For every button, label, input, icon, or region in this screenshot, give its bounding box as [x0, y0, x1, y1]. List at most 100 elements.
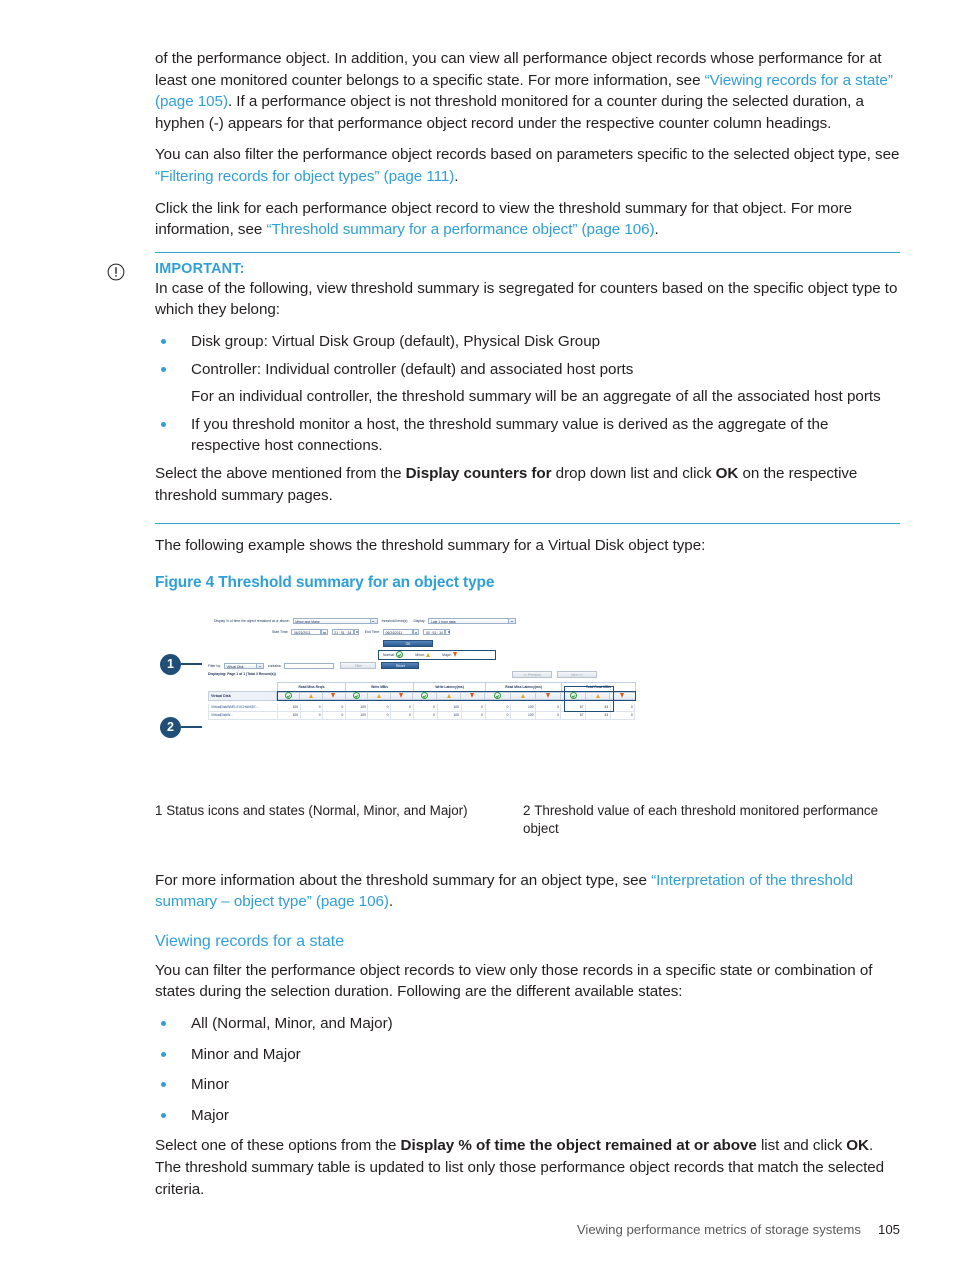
column-group-header: Write Latency(ms) — [413, 681, 486, 691]
normal-status-icon — [352, 692, 360, 700]
normal-status-icon — [493, 692, 501, 700]
legend-major-label: Major: — [442, 652, 452, 657]
display-pct-label: Display % of time the object remained at… — [214, 618, 290, 623]
bullet-dot-icon — [161, 1112, 166, 1118]
bullet-dot-icon — [161, 366, 166, 372]
header-major-icon-cell[interactable] — [390, 691, 414, 700]
page-number: 105 — [877, 1222, 900, 1237]
display-range-value: Last 1 hour data — [430, 619, 456, 624]
header-minor-icon-cell[interactable] — [437, 691, 462, 700]
link-threshold-summary-for-a-performance-object[interactable]: “Threshold summary for a performance obj… — [266, 221, 654, 238]
minor-status-icon — [520, 693, 525, 698]
important-closing: Select the above mentioned from the Disp… — [155, 463, 900, 506]
threshold-value-highlight-box — [564, 685, 614, 712]
header-major-icon-cell[interactable] — [535, 691, 562, 700]
header-minor-icon-cell[interactable] — [368, 691, 391, 700]
cell-value: 57 — [561, 711, 587, 720]
start-time-stepper[interactable] — [353, 628, 359, 636]
calendar-icon[interactable] — [321, 628, 328, 636]
display-range-select[interactable]: Last 1 hour data — [428, 617, 517, 625]
header-normal-icon-cell[interactable] — [345, 691, 369, 700]
page-content: of the performance object. In addition, … — [107, 48, 900, 1210]
cell-value: 0 — [461, 703, 486, 712]
cell-value: 0 — [368, 711, 391, 720]
contains-input[interactable] — [284, 662, 335, 670]
closing-bold-display-counters-for: Display counters for — [405, 464, 552, 482]
link-filtering-records-for-object-types[interactable]: “Filtering records for object types” (pa… — [155, 168, 454, 185]
list-item: Disk group: Virtual Disk Group (default)… — [155, 331, 900, 353]
bullet-text: Controller: Individual controller (defau… — [191, 360, 634, 378]
cell-value: 0 — [485, 703, 511, 712]
ok-button-row: OK — [383, 639, 433, 647]
list-item: Minor and Major — [155, 1044, 900, 1066]
end-date-input[interactable]: 06/24/2011 — [382, 628, 413, 636]
callout-number: 1 — [167, 657, 174, 672]
important-intro: In case of the following, view threshold… — [155, 279, 898, 319]
header-minor-icon-cell[interactable] — [300, 691, 323, 700]
reset-button[interactable]: Reset — [381, 661, 420, 669]
legend-major: Major: — [442, 652, 458, 658]
callout-marker-2: 2 — [160, 716, 181, 738]
bullet-text: All (Normal, Minor, and Major) — [191, 1015, 393, 1033]
header-minor-icon-cell[interactable] — [510, 691, 536, 700]
header-major-icon-cell[interactable] — [322, 691, 346, 700]
app-screenshot: Display % of time the object remained at… — [202, 616, 642, 747]
paragraph-text: You can also filter the performance obje… — [155, 146, 900, 164]
calendar-icon[interactable] — [412, 628, 420, 636]
cell-value: 100 — [510, 711, 537, 720]
list-item: If you threshold monitor a host, the thr… — [155, 414, 900, 457]
header-normal-icon-cell[interactable] — [413, 691, 438, 700]
paragraph-text: For more information about the threshold… — [155, 871, 652, 889]
cell-value: 0 — [610, 711, 636, 720]
table-row: VirtualDiskW... 100 0 0 100 0 0 0 100 0 … — [208, 711, 636, 720]
cell-value: 100 — [437, 703, 462, 712]
header-major-icon-cell[interactable] — [461, 691, 486, 700]
header-normal-icon-cell[interactable] — [485, 691, 511, 700]
important-title: IMPORTANT: — [155, 260, 245, 277]
start-clock-input[interactable]: 21 : 51 : 34 — [331, 628, 354, 636]
next-page-button[interactable]: Next >> — [556, 670, 597, 678]
filter-button[interactable]: Filter — [340, 661, 377, 669]
cell-value: 0 — [461, 711, 486, 720]
important-bullet-list: Disk group: Virtual Disk Group (default)… — [155, 331, 900, 457]
chevron-down-icon — [369, 618, 377, 624]
list-item: Major — [155, 1105, 900, 1127]
major-status-icon — [331, 693, 336, 699]
minor-status-icon — [446, 693, 451, 698]
cell-value: 0 — [610, 703, 636, 712]
list-item: All (Normal, Minor, and Major) — [155, 1013, 900, 1035]
bold-ok: OK — [846, 1137, 869, 1155]
callout-legend-text: Status icons and states (Normal, Minor, … — [166, 802, 468, 818]
cell-value: 0 — [323, 711, 346, 720]
cell-value: 0 — [300, 703, 324, 712]
paragraph-example-lead: The following example shows the threshol… — [155, 537, 706, 555]
state-bullet-list: All (Normal, Minor, and Major) Minor and… — [155, 1013, 900, 1126]
row-object-link[interactable]: VirtualDiskWMS-EXCHANGE... — [208, 703, 278, 712]
cell-value: 100 — [345, 703, 369, 712]
bullet-text: If you threshold monitor a host, the thr… — [191, 415, 829, 455]
previous-page-button[interactable]: << Previous — [512, 670, 552, 678]
end-time-stepper[interactable] — [445, 628, 451, 636]
important-icon — [107, 263, 125, 281]
cell-value: 0 — [300, 711, 324, 720]
normal-status-icon — [285, 692, 293, 700]
row-object-link[interactable]: VirtualDiskW... — [208, 711, 278, 720]
major-status-icon — [545, 693, 551, 699]
ok-button[interactable]: OK — [383, 639, 433, 647]
end-clock-input[interactable]: 00 : 51 : 34 — [423, 628, 446, 636]
filter-by-select[interactable]: Virtual Disk — [223, 662, 264, 670]
paragraph-text-cont: . If a performance object is not thresho… — [155, 93, 864, 132]
section-heading-viewing-records-for-a-state: Viewing records for a state — [155, 932, 345, 950]
closing-text: Select the above mentioned from the — [155, 464, 406, 482]
paragraph-text-cont: . — [388, 893, 394, 911]
page-footer: Viewing performance metrics of storage s… — [155, 1222, 900, 1237]
major-status-icon — [399, 693, 404, 699]
header-normal-icon-cell[interactable] — [277, 691, 301, 700]
display-pct-select[interactable]: Minor and Major — [292, 617, 378, 625]
list-item: Minor — [155, 1074, 900, 1096]
header-major-icon-cell[interactable] — [610, 691, 635, 700]
status-legend-box: Normal: Minor: Major: — [378, 649, 496, 660]
major-status-icon — [470, 693, 475, 699]
start-date-input[interactable]: 06/23/2011 — [291, 628, 322, 636]
display-pct-value: Minor and Major — [295, 619, 320, 624]
